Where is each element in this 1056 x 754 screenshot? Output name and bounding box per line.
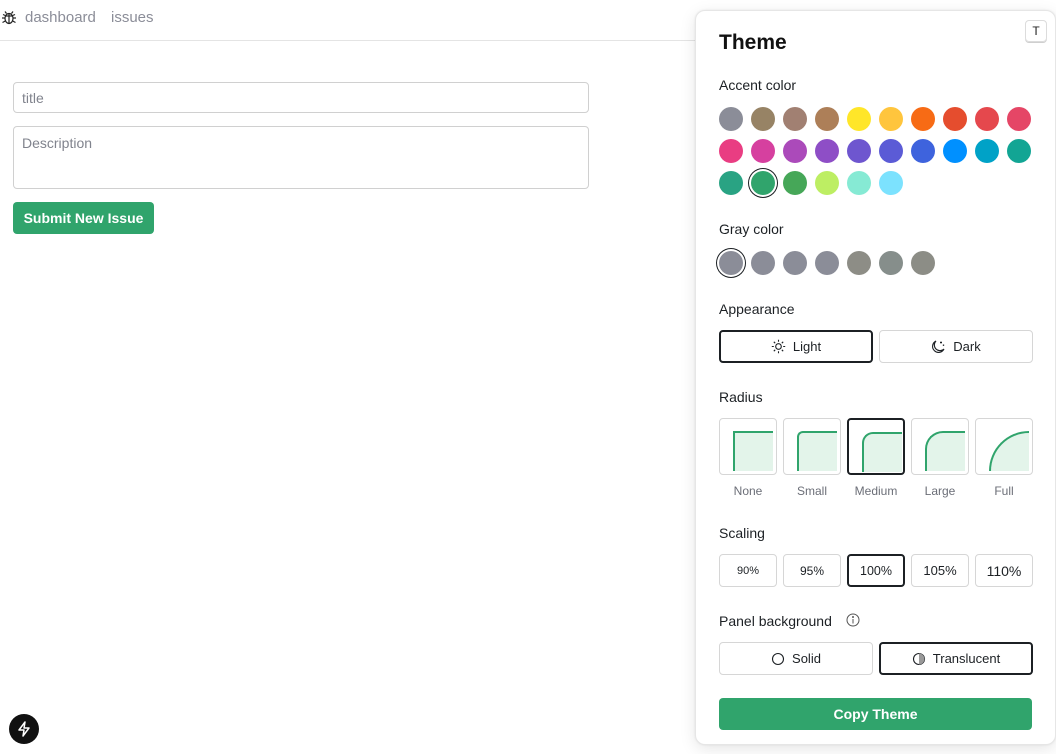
radius-option-none[interactable] [719, 418, 777, 475]
gray-swatch[interactable] [879, 251, 903, 275]
radius-preview [797, 431, 837, 471]
submit-new-issue-button[interactable]: Submit New Issue [13, 202, 154, 234]
circle-icon [771, 652, 785, 665]
description-textarea[interactable] [13, 126, 589, 189]
sun-icon [771, 339, 786, 354]
bug-icon[interactable] [1, 9, 17, 25]
accent-swatch[interactable] [751, 139, 775, 163]
accent-swatch[interactable] [879, 171, 903, 195]
accent-color-label: Accent color [719, 77, 797, 93]
panel-background-solid-button[interactable]: Solid [719, 642, 873, 675]
scaling-option[interactable]: 90% [719, 554, 777, 587]
gray-swatch[interactable] [847, 251, 871, 275]
accent-swatch[interactable] [815, 139, 839, 163]
accent-swatch[interactable] [719, 139, 743, 163]
gray-swatch[interactable] [815, 251, 839, 275]
radius-option-small[interactable] [783, 418, 841, 475]
nav-link-dashboard[interactable]: dashboard [25, 9, 96, 26]
accent-swatch[interactable] [751, 107, 775, 131]
scaling-option[interactable]: 95% [783, 554, 841, 587]
gray-color-label: Gray color [719, 221, 784, 237]
radius-option-full[interactable] [975, 418, 1033, 475]
accent-swatch[interactable] [847, 107, 871, 131]
accent-swatch[interactable] [911, 107, 935, 131]
appearance-light-button[interactable]: Light [719, 330, 873, 363]
radius-option-medium[interactable] [847, 418, 905, 475]
scaling-label: Scaling [719, 525, 765, 541]
accent-swatch[interactable] [911, 139, 935, 163]
accent-swatch[interactable] [783, 107, 807, 131]
radius-option-label: Large [924, 484, 956, 498]
radius-option-label: Small [796, 484, 827, 498]
gray-swatch[interactable] [911, 251, 935, 275]
panel-background-translucent-label: Translucent [932, 651, 1001, 666]
appearance-label: Appearance [719, 301, 795, 317]
radius-option-label: None [733, 484, 763, 498]
title-input[interactable] [13, 82, 589, 113]
radius-preview [989, 431, 1029, 471]
accent-swatch[interactable] [719, 171, 743, 195]
accent-swatch[interactable] [879, 107, 903, 131]
accent-swatch[interactable] [815, 107, 839, 131]
keyboard-shortcut-hint[interactable]: T [1025, 20, 1047, 42]
moon-icon [932, 340, 945, 353]
nav-link-issues[interactable]: issues [111, 9, 154, 26]
panel-background-label: Panel background [719, 613, 832, 629]
appearance-light-label: Light [792, 339, 822, 354]
theme-panel-title: Theme [719, 31, 787, 54]
accent-swatch[interactable] [815, 171, 839, 195]
gray-swatch[interactable] [751, 251, 775, 275]
lightning-icon [18, 721, 30, 737]
radius-preview [862, 432, 902, 472]
accent-swatch[interactable] [879, 139, 903, 163]
accent-swatch[interactable] [719, 107, 743, 131]
accent-swatch[interactable] [943, 107, 967, 131]
scaling-option[interactable]: 105% [911, 554, 969, 587]
theme-panel: Theme T Accent color Gray color Appearan… [695, 10, 1056, 745]
scaling-option[interactable]: 110% [975, 554, 1033, 587]
scaling-option[interactable]: 100% [847, 554, 905, 587]
accent-swatch[interactable] [783, 139, 807, 163]
accent-swatch[interactable] [847, 171, 871, 195]
gray-swatch[interactable] [783, 251, 807, 275]
appearance-dark-button[interactable]: Dark [879, 330, 1033, 363]
accent-swatch[interactable] [1007, 107, 1031, 131]
radius-option-label: Full [994, 484, 1014, 498]
accent-swatch[interactable] [943, 139, 967, 163]
radius-preview [733, 431, 773, 471]
accent-swatch[interactable] [783, 171, 807, 195]
panel-background-translucent-button[interactable]: Translucent [879, 642, 1033, 675]
dev-tools-button[interactable] [9, 714, 39, 744]
accent-swatch[interactable] [1007, 139, 1031, 163]
radius-label: Radius [719, 389, 763, 405]
accent-swatch[interactable] [847, 139, 871, 163]
accent-swatch[interactable] [975, 107, 999, 131]
info-icon[interactable] [846, 613, 860, 627]
radius-option-label: Medium [854, 484, 898, 498]
accent-swatch[interactable] [751, 171, 775, 195]
radius-option-large[interactable] [911, 418, 969, 475]
accent-swatch[interactable] [975, 139, 999, 163]
gray-swatch[interactable] [719, 251, 743, 275]
appearance-dark-label: Dark [953, 339, 981, 354]
copy-theme-button[interactable]: Copy Theme [719, 698, 1032, 730]
radius-preview [925, 431, 965, 471]
half-circle-icon [912, 652, 925, 665]
panel-background-solid-label: Solid [792, 651, 821, 666]
